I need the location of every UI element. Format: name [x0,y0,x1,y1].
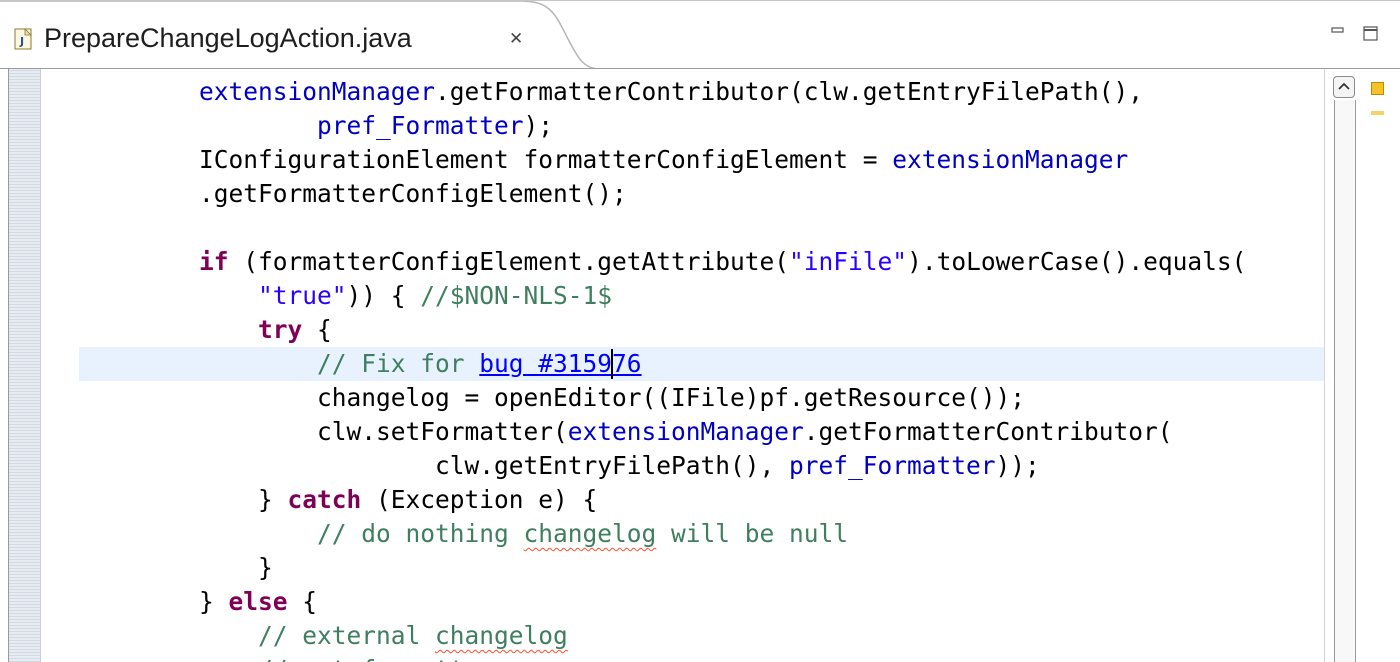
code-token: } [81,587,229,616]
code-line[interactable]: .getFormatterConfigElement(); [81,177,627,211]
code-line[interactable]: changelog = openEditor((IFile)pf.getReso… [81,381,1025,415]
java-file-icon: J [14,28,32,50]
code-line[interactable]: // external changelog [81,619,568,653]
comment-token: // Fix for [317,349,480,378]
chevron-up-icon [1338,82,1350,90]
keyword-token: else [228,587,288,616]
code-line[interactable]: } [81,551,273,585]
code-token: { [287,587,318,616]
close-icon[interactable]: ✕ [509,28,523,50]
code-line[interactable]: pref_Formatter); [81,109,553,143]
field-token: extensionManager [199,77,436,106]
maximize-icon[interactable] [1362,25,1380,43]
code-token: clw.getEntryFilePath(), [81,451,790,480]
code-token: .getFormatterContributor( [803,417,1173,446]
code-line[interactable]: if (formatterConfigElement.getAttribute(… [81,245,1246,279]
code-token: )) { [346,281,421,310]
field-token: extensionManager [892,145,1129,174]
keyword-token: try [258,315,303,344]
code-token: { [302,315,332,344]
keyword-token: catch [287,485,362,514]
editor-tab-bar: J PrepareChangeLogAction.java ✕ [0,0,1400,69]
java-editor: extensionManager.getFormatterContributor… [0,68,1400,662]
vertical-ruler[interactable] [9,69,41,662]
code-line[interactable]: } else { [81,585,317,619]
code-token: clw.setFormatter( [81,417,568,446]
minimize-icon[interactable] [1330,25,1346,39]
code-line[interactable]: "true")) { //$NON-NLS-1$ [81,279,612,313]
string-token: "true" [258,281,347,310]
code-token: IConfigurationElement formatterConfigEle… [81,145,893,174]
code-line[interactable]: // do nothing changelog will be null [81,517,848,551]
warning-overview-marker[interactable] [1371,82,1384,95]
comment-token: //$NON-NLS-1$ [420,281,613,310]
annotation-overview-mark[interactable] [1371,111,1384,115]
code-token: } [81,553,273,582]
code-line[interactable]: IConfigurationElement formatterConfigEle… [81,143,1128,177]
code-line[interactable]: try { [81,313,332,347]
code-text-area[interactable]: extensionManager.getFormatterContributor… [41,69,1324,662]
code-line[interactable]: clw.setFormatter(extensionManager.getFor… [81,415,1173,449]
string-token: "inFile" [789,247,908,276]
code-token: } [81,485,288,514]
bug-link[interactable]: bug #315976 [479,349,641,378]
scroll-thumb[interactable] [1334,100,1356,662]
spelling-error-token: changelog [523,519,657,548]
keyword-token: if [199,247,229,276]
svg-text:J: J [19,35,24,48]
code-token: changelog = openEditor((IFile)pf.getReso… [81,383,1026,412]
text-caret [611,349,613,379]
field-token: pref_Formatter [789,451,996,480]
code-token: )); [995,451,1040,480]
code-token: (formatterConfigElement.getAttribute( [228,247,790,276]
overview-ruler[interactable] [1364,69,1400,662]
tab-title: PrepareChangeLogAction.java [44,23,412,53]
vertical-scrollbar[interactable] [1324,69,1365,662]
code-token: .getFormatterConfigElement(); [81,179,627,208]
spelling-error-token: changelog [435,621,568,650]
code-token: .getFormatterContributor(clw.getEntryFil… [435,77,1144,106]
comment-token: // external [258,621,436,650]
code-token: (Exception e) { [361,485,598,514]
scroll-up-button[interactable] [1333,76,1355,98]
code-line[interactable]: clw.getEntryFilePath(), pref_Formatter))… [81,449,1040,483]
code-line[interactable]: extensionManager.getFormatterContributor… [81,75,1143,109]
field-token: extensionManager [567,417,804,446]
comment-token: // do nothing [317,519,524,548]
code-line[interactable]: } catch (Exception e) { [81,483,597,517]
field-token: pref_Formatter [317,111,524,140]
code-token: ).toLowerCase().equals( [907,247,1247,276]
code-token: ); [523,111,554,140]
code-line[interactable]: // Fix for bug #315976 [81,347,642,381]
comment-token: will be null [656,519,849,548]
